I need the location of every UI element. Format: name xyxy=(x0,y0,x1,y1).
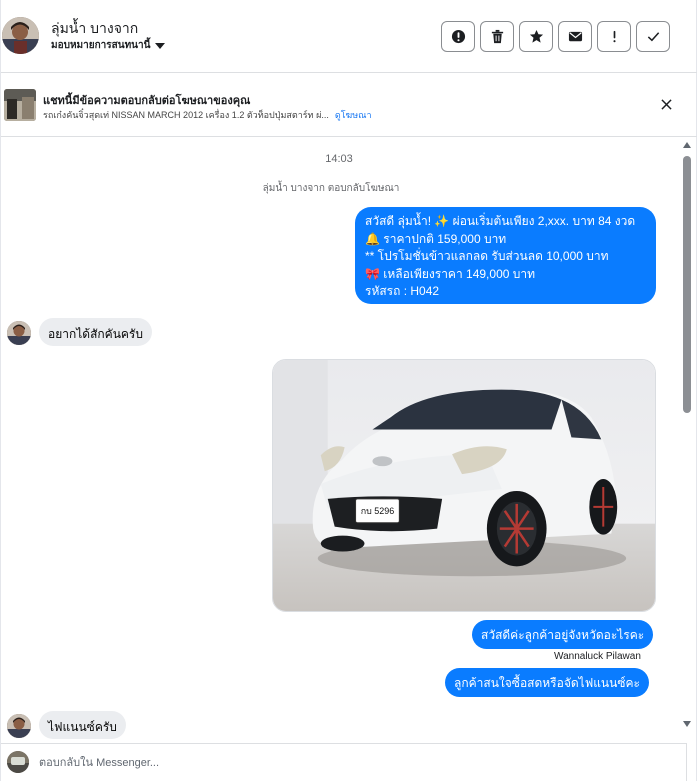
contact-avatar-small xyxy=(7,321,31,345)
view-ad-link[interactable]: ดูโฆษณา xyxy=(335,110,372,120)
ad-reply-banner: แชทนี้มีข้อความตอบกลับต่อโฆษณาของคุณ รถเ… xyxy=(1,73,697,137)
message-scrollbar[interactable] xyxy=(681,138,693,736)
sender-name: Wannaluck Pilawan xyxy=(554,651,641,662)
ad-banner-text: รถเก๋งคันจิ๋วสุดเท่ NISSAN MARCH 2012 เค… xyxy=(43,108,372,122)
ad-message-line: ** โปรโมชั่นข้าวแลกลด รับส่วนลด 10,000 บ… xyxy=(365,249,609,263)
scroll-up-arrow-icon[interactable] xyxy=(683,142,691,148)
ad-message-line: สวัสดี ลุ่มน้ำ! ✨ ผ่อนเริ่มต้นเพียง 2,xx… xyxy=(365,214,636,228)
contact-avatar[interactable] xyxy=(2,17,39,54)
star-icon xyxy=(529,29,543,43)
conversation-panel: ลุ่มน้ำ บางจาก มอบหมายการสนทนานี้ แชทนี้… xyxy=(0,0,697,781)
incoming-message[interactable]: อยากได้สักคันครับ xyxy=(39,318,152,346)
alert-circle-icon xyxy=(451,29,465,44)
checkmark-icon xyxy=(647,32,659,42)
outgoing-message[interactable]: ลูกค้าสนใจซื้อสดหรือจัดไฟแนนซ์คะ xyxy=(445,668,649,697)
ad-description: รถเก๋งคันจิ๋วสุดเท่ NISSAN MARCH 2012 เค… xyxy=(43,110,329,120)
header-actions xyxy=(441,21,670,52)
outgoing-message[interactable]: สวัสดีค่ะลูกค้าอยู่จังหวัดอะไรคะ xyxy=(472,620,654,649)
delete-button[interactable] xyxy=(480,21,514,52)
assign-conversation-label: มอบหมายการสนทนานี้ xyxy=(51,40,151,51)
mark-unread-button[interactable] xyxy=(558,21,592,52)
contact-name[interactable]: ลุ่มน้ำ บางจาก xyxy=(51,18,138,40)
ad-reply-note: ลุ่มน้ำ บางจาก ตอบกลับโฆษณา xyxy=(262,183,400,194)
ad-auto-message[interactable]: สวัสดี ลุ่มน้ำ! ✨ ผ่อนเริ่มต้นเพียง 2,xx… xyxy=(355,207,656,304)
assign-conversation-dropdown[interactable]: มอบหมายการสนทนานี้ xyxy=(51,38,166,53)
trash-icon xyxy=(491,29,503,44)
reply-input[interactable] xyxy=(39,752,639,774)
ad-message-line: รหัสรถ : H042 xyxy=(365,284,440,298)
mark-done-button[interactable] xyxy=(636,21,670,52)
scroll-down-arrow-icon[interactable] xyxy=(683,721,691,727)
ad-thumbnail[interactable] xyxy=(4,89,36,121)
ad-message-line: 🎀 เหลือเพียงราคา 149,000 บาท xyxy=(365,266,536,281)
conversation-header: ลุ่มน้ำ บางจาก มอบหมายการสนทนานี้ xyxy=(1,0,697,73)
contact-avatar-small xyxy=(7,714,31,738)
close-icon xyxy=(660,98,672,110)
envelope-icon xyxy=(568,31,582,42)
scrollbar-thumb[interactable] xyxy=(683,156,691,413)
ad-message-line: 🔔 ราคาปกติ 159,000 บาท xyxy=(365,231,507,246)
license-plate-text: กบ 5296 xyxy=(361,506,395,516)
report-button[interactable] xyxy=(441,21,475,52)
page-avatar xyxy=(7,751,29,773)
message-composer xyxy=(1,743,687,781)
message-timestamp: 14:03 xyxy=(325,153,353,165)
ad-banner-title: แชทนี้มีข้อความตอบกลับต่อโฆษณาของคุณ xyxy=(43,95,251,107)
incoming-message[interactable]: ไฟแนนซ์ครับ xyxy=(39,711,126,739)
exclamation-icon xyxy=(612,30,616,43)
star-button[interactable] xyxy=(519,21,553,52)
close-banner-button[interactable] xyxy=(657,95,675,113)
flag-button[interactable] xyxy=(597,21,631,52)
caret-down-icon xyxy=(155,42,166,49)
car-photo-attachment[interactable]: กบ 5296 xyxy=(272,359,656,612)
